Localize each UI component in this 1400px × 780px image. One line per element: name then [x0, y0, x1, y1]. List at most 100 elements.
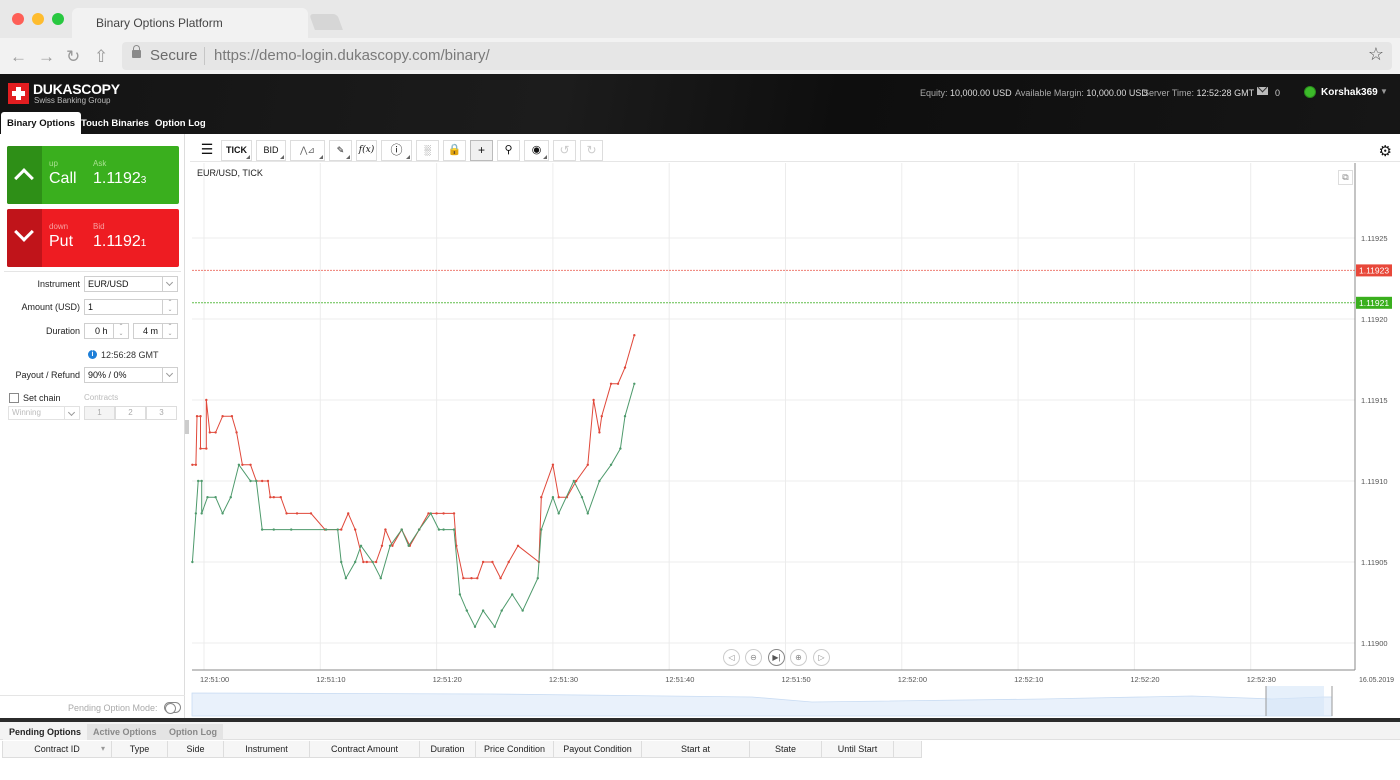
zoom-out-icon[interactable]: ⊖: [745, 649, 762, 666]
sort-caret-icon[interactable]: ▾: [101, 741, 105, 757]
minutes-stepper-icon[interactable]: ⌃ ⌄: [162, 324, 177, 338]
y-tick-label: 1.11925: [1361, 234, 1388, 243]
zoom-in-icon[interactable]: ⊕: [790, 649, 807, 666]
tick-point-ask: [600, 415, 603, 418]
hours-stepper-icon[interactable]: ⌃ ⌄: [113, 324, 128, 338]
browser-tab[interactable]: Binary Options Platform: [72, 8, 308, 38]
tick-point-bid: [200, 479, 203, 483]
amount-input[interactable]: 1 ⌃ ⌄: [84, 299, 178, 315]
back-icon[interactable]: ←: [10, 47, 27, 67]
tab-binary-options[interactable]: Binary Options: [1, 112, 82, 134]
tick-point-ask: [309, 512, 313, 515]
tab-option-log-bottom[interactable]: Option Log: [163, 724, 223, 740]
mail-icon[interactable]: [1257, 87, 1268, 95]
column-header[interactable]: Price Condition: [476, 741, 554, 758]
tick-point-ask: [214, 431, 217, 434]
column-header[interactable]: Contract Amount: [310, 741, 420, 758]
tick-point-bid: [272, 528, 275, 531]
contracts-option-2[interactable]: 2: [115, 406, 146, 420]
close-window-button[interactable]: [12, 13, 24, 25]
tab-pending-options[interactable]: Pending Options: [3, 724, 87, 740]
new-tab-button[interactable]: [309, 14, 343, 30]
tick-point-bid: [551, 496, 555, 499]
chart-title: EUR/USD, TICK: [197, 168, 263, 178]
tick-point-ask: [208, 431, 212, 434]
forward-icon[interactable]: →: [38, 47, 55, 67]
tick-point-ask: [516, 544, 520, 547]
column-header[interactable]: Instrument: [224, 741, 310, 758]
y-tick-label: 1.11905: [1361, 558, 1388, 567]
user-menu-caret-icon[interactable]: ▼: [1380, 87, 1388, 96]
tick-point-ask: [481, 560, 485, 564]
tick-point-ask: [249, 463, 252, 466]
price-chart[interactable]: 12:51:00 12:51:10 12:51:20 12:51:30 12:51:40…: [190, 138, 1400, 718]
jump-to-latest-icon[interactable]: ▶|: [768, 649, 785, 666]
column-header[interactable]: Duration: [420, 741, 476, 758]
put-button[interactable]: down Put Bid 1.11921: [7, 209, 179, 267]
column-header[interactable]: Payout Condition: [554, 741, 642, 758]
tick-point-ask: [353, 528, 357, 531]
minimize-window-button[interactable]: [32, 13, 44, 25]
tick-point-bid: [249, 479, 252, 483]
column-header[interactable]: Side: [168, 741, 224, 758]
address-separator: [204, 47, 205, 65]
popout-icon[interactable]: ⧉: [1338, 170, 1353, 185]
column-header[interactable]: State: [750, 741, 822, 758]
tab-active-options[interactable]: Active Options: [87, 724, 163, 740]
navigator-window[interactable]: [1266, 686, 1324, 716]
column-header[interactable]: Type: [112, 741, 168, 758]
tab-option-log[interactable]: Option Log: [149, 112, 212, 134]
margin-label: Available Margin:: [1015, 88, 1084, 98]
brand-name: DUKASCOPY: [33, 81, 120, 97]
scroll-left-icon[interactable]: ◁: [723, 649, 740, 666]
contracts-option-3[interactable]: 3: [146, 406, 177, 420]
tick-point-bid: [359, 544, 363, 547]
payout-select[interactable]: 90% / 0%: [84, 367, 178, 383]
pending-mode-toggle[interactable]: [164, 702, 181, 714]
tick-point-ask: [435, 512, 438, 515]
scroll-right-icon[interactable]: ▷: [813, 649, 830, 666]
duration-hours-input[interactable]: 0 h ⌃ ⌄: [84, 323, 129, 339]
column-header[interactable]: Start at: [642, 741, 750, 758]
tick-point-ask: [391, 544, 394, 547]
date-label: 16.05.2019: [1359, 677, 1394, 684]
instrument-select[interactable]: EUR/USD: [84, 276, 178, 292]
contracts-option-1[interactable]: 1: [84, 406, 115, 420]
tick-point-ask: [241, 463, 244, 466]
column-header[interactable]: Contract ID ▾: [2, 741, 112, 758]
ask-price-badge-label: 1.11923: [1359, 265, 1389, 275]
tick-point-ask: [365, 560, 369, 564]
reload-icon[interactable]: ↻: [66, 47, 80, 67]
put-direction: down: [49, 222, 69, 231]
tick-point-bid: [493, 625, 496, 628]
username[interactable]: Korshak369: [1321, 87, 1378, 98]
brand-subtitle: Swiss Banking Group: [34, 96, 111, 105]
bookmark-star-icon[interactable]: ☆: [1368, 44, 1384, 65]
maximize-window-button[interactable]: [52, 13, 64, 25]
ask-label: Ask: [93, 159, 107, 168]
set-chain-checkbox[interactable]: [9, 393, 19, 403]
panel-collapse-handle[interactable]: [185, 420, 189, 434]
call-button[interactable]: up Call Ask 1.11923: [7, 146, 179, 204]
duration-minutes-input[interactable]: 4 m ⌃ ⌄: [133, 323, 178, 339]
put-label: Put: [49, 233, 74, 250]
call-label: Call: [49, 170, 77, 187]
tick-point-ask: [199, 415, 202, 418]
tick-point-bid: [598, 479, 601, 483]
info-icon: i: [88, 350, 97, 359]
tab-touch-binaries[interactable]: Touch Binaries: [75, 112, 155, 134]
address-bar[interactable]: Secure https://demo-login.dukascopy.com/…: [122, 42, 1392, 70]
tick-point-ask: [340, 528, 343, 531]
tick-point-ask: [609, 382, 613, 385]
url-text[interactable]: https://demo-login.dukascopy.com/binary/: [214, 47, 490, 64]
user-avatar-icon[interactable]: [1304, 86, 1316, 98]
tick-point-ask: [235, 431, 238, 434]
chain-condition-select[interactable]: Winning: [8, 406, 80, 420]
column-header[interactable]: [894, 741, 922, 758]
tick-point-bid: [473, 625, 477, 628]
home-icon[interactable]: ⇧: [94, 47, 108, 67]
tick-point-bid: [336, 528, 339, 531]
tick-point-bid: [371, 560, 374, 564]
amount-stepper-icon[interactable]: ⌃ ⌄: [162, 300, 177, 314]
column-header[interactable]: Until Start: [822, 741, 894, 758]
